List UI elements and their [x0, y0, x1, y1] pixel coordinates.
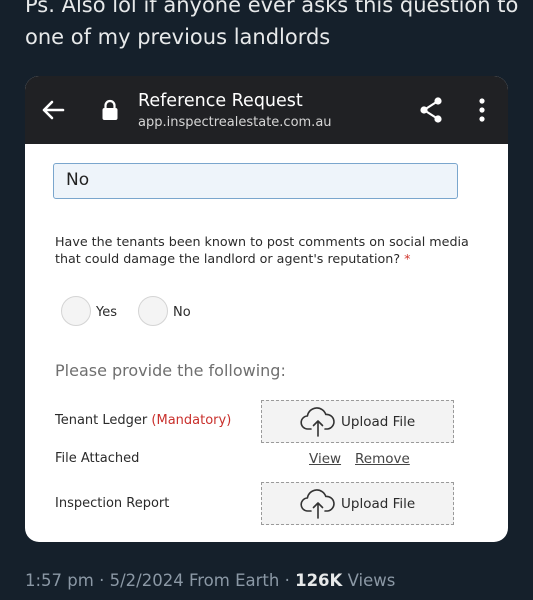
question-text: Have the tenants been known to post comm…: [55, 233, 475, 267]
screenshot-card: Reference Request app.inspectrealestate.…: [25, 76, 508, 542]
upload-label: Upload File: [341, 414, 416, 430]
tweet-time[interactable]: 1:57 pm: [25, 571, 94, 590]
upload-label: Upload File: [341, 496, 416, 512]
page-title: Reference Request: [138, 91, 303, 111]
views-label: Views: [347, 571, 396, 590]
inspection-report-upload-button[interactable]: Upload File: [261, 482, 454, 525]
browser-app-bar: Reference Request app.inspectrealestate.…: [25, 76, 508, 144]
remove-link[interactable]: Remove: [355, 451, 410, 467]
inspection-report-label: Inspection Report: [55, 496, 170, 511]
mandatory-tag: (Mandatory): [151, 413, 232, 428]
cloud-upload-icon: [300, 407, 335, 437]
tenant-ledger-text: Tenant Ledger: [55, 413, 148, 428]
separator-dot: ·: [99, 571, 105, 590]
tweet-date[interactable]: 5/2/2024: [110, 571, 184, 590]
file-attached-label: File Attached: [55, 451, 140, 466]
radio-no-label: No: [173, 305, 191, 320]
required-marker: *: [404, 251, 411, 266]
previous-answer-field[interactable]: No: [53, 163, 458, 199]
separator-dot: ·: [284, 571, 290, 590]
page-url: app.inspectrealestate.com.au: [138, 115, 332, 130]
view-link[interactable]: View: [309, 451, 341, 467]
lock-icon: [102, 99, 118, 120]
tenant-ledger-label: Tenant Ledger (Mandatory): [55, 413, 231, 428]
section-title: Please provide the following:: [55, 361, 286, 380]
back-arrow-icon[interactable]: [39, 96, 67, 124]
cloud-upload-icon: [300, 489, 335, 519]
tweet-source: From Earth: [188, 571, 280, 590]
tenant-ledger-upload-button[interactable]: Upload File: [261, 400, 454, 443]
more-vert-icon[interactable]: [472, 97, 492, 125]
share-icon[interactable]: [418, 96, 446, 124]
tweet-meta: 1:57 pm · 5/2/2024 From Earth · 126K Vie…: [25, 571, 395, 590]
views-count[interactable]: 126K: [295, 571, 342, 590]
radio-no[interactable]: [138, 296, 168, 326]
radio-yes-label: Yes: [96, 305, 117, 320]
tweet-text: Ps. Also lol if anyone ever asks this qu…: [25, 0, 519, 49]
radio-yes[interactable]: [61, 296, 91, 326]
